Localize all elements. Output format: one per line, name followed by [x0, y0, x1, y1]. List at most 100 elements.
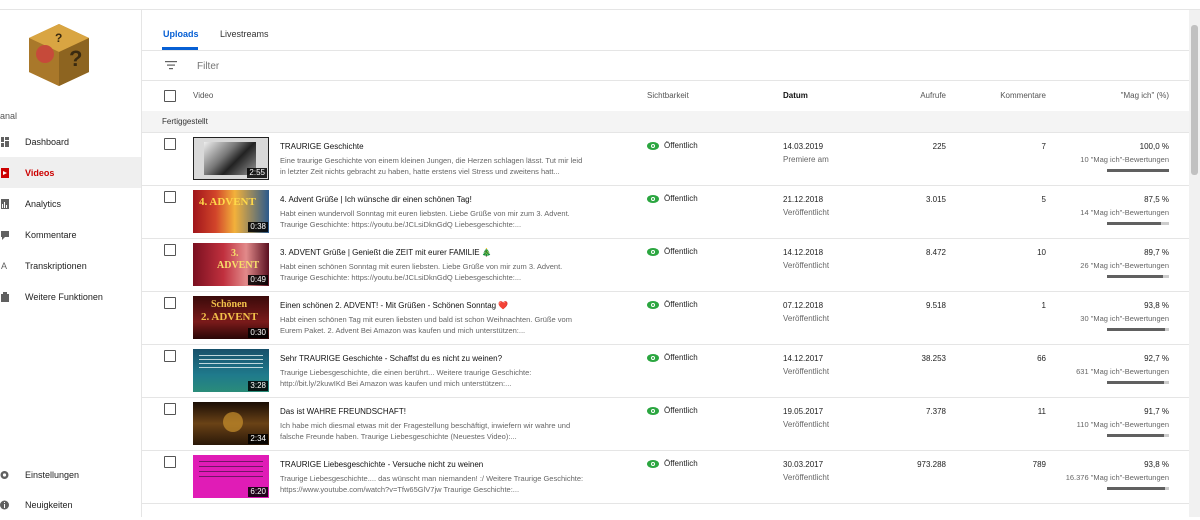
comments-icon [0, 229, 9, 241]
video-thumbnail[interactable]: 6:20 [193, 455, 269, 498]
sidebar-item-videos[interactable]: Videos [0, 157, 141, 188]
channel-label: anal [0, 111, 18, 121]
video-description: Eine traurige Geschichte von einem klein… [280, 156, 583, 176]
video-title[interactable]: Einen schönen 2. ADVENT! - Mit Grüßen - … [280, 301, 508, 310]
video-like-percent: 89,7 % [1144, 248, 1169, 257]
column-header-views[interactable]: Aufrufe [882, 91, 946, 100]
video-ratings-count: 631 "Mag ich"-Bewertungen [1076, 367, 1169, 376]
like-ratio-fill [1107, 434, 1164, 437]
row-checkbox[interactable] [164, 350, 176, 362]
row-checkbox[interactable] [164, 191, 176, 203]
video-thumbnail[interactable]: 2:34 [193, 402, 269, 445]
channel-avatar[interactable]: ? ? [25, 20, 93, 90]
sidebar-item-analytics[interactable]: Analytics [0, 188, 141, 219]
video-date: 30.03.2017 [783, 460, 824, 469]
video-date: 19.05.2017 [783, 407, 824, 416]
table-row[interactable]: 4. ADVENT 0:38 4. Advent Grüße | Ich wün… [142, 185, 1190, 239]
video-description: Habt einen schönen Sonntag mit euren lie… [280, 262, 563, 282]
sidebar-item-label: Videos [25, 167, 55, 178]
column-header-video: Video [193, 91, 214, 100]
video-thumbnail[interactable]: Schönen 2. ADVENT 0:30 [193, 296, 269, 339]
videos-icon [0, 167, 9, 179]
table-row[interactable]: 6:20 TRAURIGE Liebesgeschichte - Versuch… [142, 450, 1190, 504]
column-header-date[interactable]: Datum [783, 91, 808, 100]
column-header-likes[interactable]: "Mag ich" (%) [1052, 91, 1169, 100]
main-content: Uploads Livestreams Video Sichtbarkeit D… [141, 10, 1190, 517]
visibility-label: Öffentlich [664, 353, 698, 362]
table-row[interactable]: 2:55 TRAURIGE Geschichte Eine traurige G… [142, 132, 1190, 186]
select-all-checkbox[interactable] [164, 90, 176, 102]
row-checkbox[interactable] [164, 244, 176, 256]
page-scrollbar[interactable] [1189, 10, 1200, 517]
visibility-public[interactable]: Öffentlich [647, 406, 698, 415]
gear-icon [0, 469, 9, 481]
like-ratio-bar [1107, 487, 1169, 490]
video-views: 9.518 [925, 301, 946, 310]
visibility-public[interactable]: Öffentlich [647, 300, 698, 309]
visibility-label: Öffentlich [664, 247, 698, 256]
sidebar-item-settings[interactable]: Einstellungen [0, 459, 141, 490]
visibility-public[interactable]: Öffentlich [647, 194, 698, 203]
row-checkbox[interactable] [164, 297, 176, 309]
video-title[interactable]: Sehr TRAURIGE Geschichte - Schaffst du e… [280, 354, 502, 363]
filter-input[interactable] [197, 58, 597, 74]
video-duration: 0:49 [248, 275, 268, 285]
video-comments: 789 [1032, 460, 1046, 469]
sidebar-item-news[interactable]: Neuigkeiten [0, 489, 141, 520]
scrollbar-thumb[interactable] [1191, 25, 1198, 175]
video-description: Habt einen wundervoll Sonntag mit euren … [280, 209, 570, 229]
visibility-public[interactable]: Öffentlich [647, 353, 698, 362]
video-title[interactable]: 3. ADVENT Grüße | Genießt die ZEIT mit e… [280, 248, 492, 257]
sidebar-item-label: Analytics [25, 198, 62, 209]
table-row[interactable]: Schönen 2. ADVENT 0:30 Einen schönen 2. … [142, 291, 1190, 345]
like-ratio-bar [1107, 169, 1169, 172]
eye-icon [647, 406, 659, 415]
video-thumbnail[interactable]: 2:55 [193, 137, 269, 180]
row-checkbox[interactable] [164, 403, 176, 415]
visibility-public[interactable]: Öffentlich [647, 247, 698, 256]
video-duration: 2:55 [247, 168, 267, 178]
like-ratio-fill [1107, 275, 1163, 278]
sidebar-item-dashboard[interactable]: Dashboard [0, 126, 141, 157]
sidebar-item-more-features[interactable]: Weitere Funktionen [0, 281, 141, 312]
row-checkbox[interactable] [164, 138, 176, 150]
row-checkbox[interactable] [164, 456, 176, 468]
table-row[interactable]: 3:28 Sehr TRAURIGE Geschichte - Schaffst… [142, 344, 1190, 398]
video-ratings-count: 14 "Mag ich"-Bewertungen [1080, 208, 1169, 217]
video-thumbnail[interactable]: 3. ADVENT 0:49 [193, 243, 269, 286]
video-views: 973.288 [917, 460, 946, 469]
sidebar-item-label: Dashboard [25, 136, 70, 147]
video-title[interactable]: TRAURIGE Geschichte [280, 142, 364, 151]
table-row[interactable]: 3. ADVENT 0:49 3. ADVENT Grüße | Genießt… [142, 238, 1190, 292]
video-comments: 11 [1037, 407, 1046, 416]
video-thumbnail[interactable]: 3:28 [193, 349, 269, 392]
tab-uploads[interactable]: Uploads [163, 29, 199, 39]
sidebar-item-label: Transkriptionen [25, 260, 87, 271]
sidebar-item-comments[interactable]: Kommentare [0, 219, 141, 250]
table-row[interactable]: 2:34 Das ist WAHRE FREUNDSCHAFT! Ich hab… [142, 397, 1190, 451]
video-comments: 10 [1037, 248, 1046, 257]
video-title[interactable]: TRAURIGE Liebesgeschichte - Versuche nic… [280, 460, 483, 469]
video-title[interactable]: 4. Advent Grüße | Ich wünsche dir einen … [280, 195, 472, 204]
column-header-visibility[interactable]: Sichtbarkeit [647, 91, 689, 100]
video-views: 38.253 [921, 354, 946, 363]
info-icon [0, 499, 9, 511]
column-header-comments[interactable]: Kommentare [982, 91, 1046, 100]
sidebar-item-transcriptions[interactable]: A Transkriptionen [0, 250, 141, 281]
video-title[interactable]: Das ist WAHRE FREUNDSCHAFT! [280, 407, 406, 416]
like-ratio-bar [1107, 275, 1169, 278]
tab-livestreams[interactable]: Livestreams [220, 29, 269, 39]
video-duration: 0:38 [248, 222, 268, 232]
svg-text:?: ? [69, 46, 82, 71]
video-description: Traurige Liebesgeschichte.... das wünsch… [280, 474, 584, 494]
video-date-status: Veröffentlicht [783, 367, 830, 376]
filter-icon[interactable] [165, 60, 177, 70]
video-thumbnail[interactable]: 4. ADVENT 0:38 [193, 190, 269, 233]
video-like-percent: 100,0 % [1139, 142, 1169, 151]
visibility-public[interactable]: Öffentlich [647, 141, 698, 150]
visibility-public[interactable]: Öffentlich [647, 459, 698, 468]
video-ratings-count: 30 "Mag ich"-Bewertungen [1080, 314, 1169, 323]
video-comments: 5 [1041, 195, 1046, 204]
sidebar-item-label: Einstellungen [25, 469, 80, 480]
top-border [0, 0, 1200, 10]
